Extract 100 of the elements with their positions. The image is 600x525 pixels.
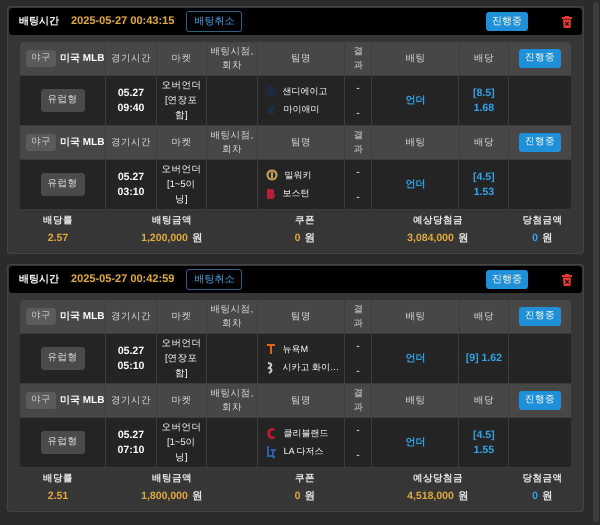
column-header: 마켓	[172, 310, 192, 324]
result-text: -	[356, 448, 360, 462]
team-logo-icon	[266, 426, 277, 440]
column-header: 배팅시점, 회차	[210, 44, 254, 72]
market-text: 오버언더 [1~5이닝]	[161, 421, 202, 465]
currency-unit: 원	[542, 231, 553, 246]
summary-label: 배팅금액	[152, 472, 192, 486]
column-header: 팀명	[290, 136, 311, 150]
cancel-button[interactable]: 배팅취소	[186, 269, 242, 290]
column-header: 경기시간	[111, 136, 152, 150]
odds-text: [9] 1.62	[466, 351, 502, 366]
column-header: 결과	[353, 44, 363, 72]
team-name: 마이애미	[284, 103, 320, 116]
summary-value: 1,800,000	[141, 489, 188, 504]
team-name: 시카고 화이…	[282, 361, 340, 374]
summary-value: 2.57	[48, 231, 68, 246]
odds-text: [4.5] 1.55	[472, 428, 496, 458]
summary-label: 당첨금액	[522, 472, 562, 486]
currency-unit: 원	[458, 231, 469, 246]
column-header: 배당	[474, 394, 494, 408]
summary-label: 쿠폰	[295, 214, 315, 228]
team-logo-icon	[266, 85, 276, 98]
bet-type-tag: 유럽형	[40, 431, 85, 454]
column-header: 배당	[474, 136, 494, 150]
game-time: 09:40	[118, 100, 144, 116]
result-text: -	[356, 424, 360, 438]
summary-value: 0	[294, 231, 300, 246]
pick-text: 언더	[405, 352, 426, 366]
column-header: 배당	[474, 310, 494, 324]
status-button[interactable]: 진행중	[486, 12, 528, 31]
team-name: 밀워키	[284, 168, 312, 182]
trash-icon[interactable]	[562, 274, 572, 286]
column-header: 경기시간	[111, 52, 152, 66]
status-badge: 진행중	[519, 307, 562, 326]
team-logo-icon	[266, 169, 278, 182]
status-badge: 진행중	[519, 49, 562, 68]
column-header: 팀명	[290, 310, 311, 324]
result-text: -	[356, 82, 360, 96]
league-name: 미국 MLB	[60, 310, 104, 324]
league-name: 미국 MLB	[60, 136, 104, 150]
game-date: 05.27	[118, 428, 144, 442]
column-header: 팀명	[290, 394, 311, 408]
column-header: 결과	[353, 128, 363, 156]
column-header: 팀명	[290, 52, 311, 66]
odds-text: [4.5] 1.53	[472, 170, 496, 200]
summary-label: 예상당첨금	[413, 214, 463, 228]
sport-tag: 야구	[26, 50, 56, 67]
game-date: 05.27	[118, 344, 144, 358]
cancel-button[interactable]: 배팅취소	[186, 11, 242, 32]
result-text: -	[356, 106, 360, 120]
bet-type-tag: 유럽형	[40, 173, 85, 196]
column-header: 배팅시점, 회차	[210, 128, 254, 156]
summary-label: 당첨금액	[522, 214, 562, 228]
column-header: 배팅시점, 회차	[210, 386, 254, 414]
column-header: 배팅	[405, 394, 426, 408]
column-header: 마켓	[172, 52, 192, 66]
summary-value: 2.51	[48, 489, 68, 504]
currency-unit: 원	[192, 231, 203, 246]
team-name: LA 다저스	[284, 445, 324, 458]
result-text: -	[356, 190, 360, 204]
status-button[interactable]: 진행중	[486, 270, 528, 289]
league-name: 미국 MLB	[60, 394, 104, 408]
summary-value: 0	[532, 231, 538, 246]
summary-label: 예상당첨금	[413, 472, 463, 486]
pick-text: 언더	[405, 436, 426, 450]
result-text: -	[356, 340, 360, 354]
odds-text: [8.5] 1.68	[472, 86, 496, 116]
team-logo-icon	[266, 104, 277, 116]
trash-icon[interactable]	[562, 16, 572, 28]
team-logo-icon	[266, 188, 276, 200]
game-time: 07:10	[118, 442, 144, 458]
result-text: -	[356, 364, 360, 378]
game-date: 05.27	[118, 86, 144, 100]
column-header: 배팅	[405, 52, 426, 66]
column-header: 마켓	[172, 394, 192, 408]
summary-value: 0	[294, 489, 300, 504]
column-header: 배팅	[405, 310, 426, 324]
summary-label: 배당률	[43, 472, 73, 486]
summary-value: 0	[532, 489, 538, 504]
pick-text: 언더	[405, 94, 426, 108]
currency-unit: 원	[542, 489, 553, 504]
sport-tag: 야구	[26, 134, 56, 151]
currency-unit: 원	[304, 489, 316, 504]
game-time: 03:10	[118, 184, 144, 200]
league-name: 미국 MLB	[60, 52, 104, 66]
team-name: 뉴욕M	[282, 342, 308, 356]
column-header: 마켓	[172, 136, 192, 150]
market-text: 오버언더 [1~5이닝]	[161, 163, 202, 207]
pick-text: 언더	[405, 178, 426, 192]
summary-label: 배당률	[43, 214, 73, 228]
time-label: 배팅시간	[19, 273, 59, 287]
team-name: 샌디에이고	[282, 84, 328, 98]
market-text: 오버언더 [연장포함]	[161, 79, 202, 123]
status-badge: 진행중	[519, 391, 562, 410]
result-text: -	[356, 166, 360, 180]
team-logo-icon	[266, 343, 276, 356]
summary-value: 4,518,000	[407, 489, 454, 504]
market-text: 오버언더 [연장포함]	[161, 337, 202, 381]
column-header: 배당	[474, 52, 494, 66]
summary-label: 쿠폰	[295, 472, 315, 486]
